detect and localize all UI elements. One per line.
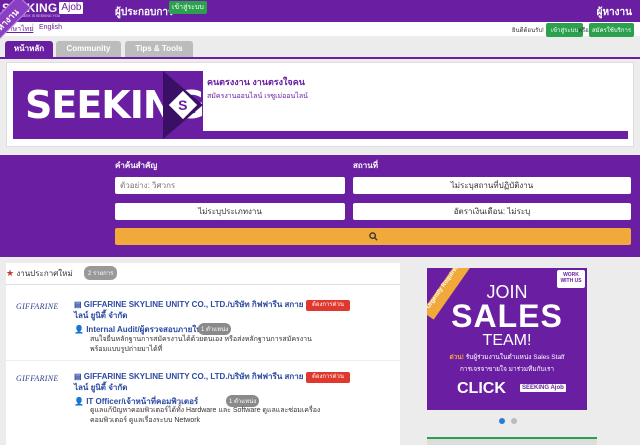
- star-icon: ★: [6, 268, 15, 278]
- salary-select[interactable]: อัตราเงินเดือน: ไม่ระบุ: [353, 203, 631, 220]
- banner-logo: SEEKING S: [13, 71, 205, 139]
- location-select[interactable]: ไม่ระบุสถานที่ปฏิบัติงาน: [353, 177, 631, 194]
- sales-team-ad[interactable]: Urgently Required !! WORK WITH US JOIN S…: [427, 268, 587, 410]
- employer-menu[interactable]: ผู้ประกอบการ: [115, 5, 173, 20]
- banner-s-letter: S: [178, 97, 188, 113]
- ad-logo: SEEKING Ajob: [520, 384, 566, 392]
- company-name: GIFFARINE SKYLINE UNITY CO., LTD./บริษัท…: [74, 372, 304, 392]
- keyword-input[interactable]: ตัวอย่าง: วิศวกร: [115, 177, 345, 194]
- building-icon: ▤: [74, 372, 82, 381]
- keyword-label: คำค้นสำคัญ: [115, 161, 158, 170]
- user-icon: 👤: [74, 397, 84, 406]
- jobs-divider: [6, 284, 400, 285]
- jobs-count-badge: 2 รายการ: [84, 266, 118, 280]
- new-jobs-title: งานประกาศใหม่: [16, 269, 73, 278]
- language-row: ภาษาไทย | English ยินดีต้อนรับ! เข้าสู่ร…: [0, 22, 640, 37]
- main-tabs: หน้าหลัก Community Tips & Tools: [0, 41, 640, 59]
- ad-line1-text: รับผู้ร่วมงานในตำแหน่ง Sales Staff: [465, 354, 565, 361]
- building-icon: ▤: [74, 300, 82, 309]
- tab-home[interactable]: หน้าหลัก: [5, 41, 53, 57]
- tab-tips-tools[interactable]: Tips & Tools: [125, 41, 193, 57]
- hero-banner: SEEKING S คนตรงงาน งานตรงใจคน สมัครงานออ…: [6, 62, 634, 147]
- logo-ajob: Ajob: [59, 2, 84, 14]
- lang-separator: |: [32, 24, 34, 31]
- job-description: ดูแลแก้ปัญหาคอมพิวเตอร์ได้ทั้ง Hardware …: [90, 407, 321, 424]
- tab-community[interactable]: Community: [56, 41, 121, 57]
- banner-headline: คนตรงงาน งานตรงใจคน: [207, 77, 305, 87]
- job-title: Internal Audit/ผู้ตรวจสอบภายใน: [86, 325, 202, 334]
- carousel-dots: [499, 416, 523, 427]
- welcome-text: ยินดีต้อนรับ!: [512, 28, 544, 34]
- positions-count-badge: 1 ตำแหน่ง: [198, 323, 232, 335]
- urgent-badge: ต้องการด่วน: [306, 372, 350, 383]
- bottom-ad[interactable]: [427, 437, 597, 445]
- carousel-dot-active[interactable]: [499, 418, 505, 424]
- search-button[interactable]: [115, 228, 631, 245]
- ad-sales: SALES: [451, 298, 563, 334]
- search-icon: [368, 232, 378, 241]
- ad-click: CLICK: [457, 380, 506, 397]
- company-name-link[interactable]: ▤ GIFFARINE SKYLINE UNITY CO., LTD./บริษ…: [74, 371, 304, 393]
- company-name: GIFFARINE SKYLINE UNITY CO., LTD./บริษัท…: [74, 300, 304, 320]
- ad-urgent-prefix: ด่วน!: [449, 354, 464, 361]
- company-logo[interactable]: GIFFARINE: [16, 374, 59, 383]
- urgent-badge: ต้องการด่วน: [306, 300, 350, 311]
- ad-line2: การเจรจาขายใจ มาร่วมทีมกับเรา: [459, 366, 555, 373]
- ad-team: TEAM!: [482, 332, 532, 349]
- user-icon: 👤: [74, 325, 84, 334]
- register-button[interactable]: สมัครใช้บริการ: [589, 23, 635, 37]
- location-label: สถานที่: [353, 161, 378, 170]
- ad-line1: ด่วน! รับผู้ร่วมงานในตำแหน่ง Sales Staff: [427, 352, 587, 362]
- top-bar: SEEKING Ajob WHAT YOU SEEK IS SEEKING YO…: [0, 0, 640, 22]
- banner-subline: สมัครงานออนไลน์ เรซูเม่ออนไลน์: [207, 93, 308, 100]
- employer-login-button[interactable]: เข้าสู่ระบบ: [169, 1, 207, 14]
- or-text: หรือ: [578, 28, 589, 34]
- lang-english-link[interactable]: English: [39, 24, 62, 31]
- job-type-select[interactable]: ไม่ระบุประเภทงาน: [115, 203, 345, 220]
- row-divider: [6, 360, 400, 361]
- job-description: สนใจยื่นหลักฐานการสมัครงานได้ด้วยตนเอง ห…: [90, 336, 312, 353]
- company-name-link[interactable]: ▤ GIFFARINE SKYLINE UNITY CO., LTD./บริษ…: [74, 299, 304, 321]
- company-logo[interactable]: GIFFARINE: [16, 302, 59, 311]
- new-jobs-heading: ★ งานประกาศใหม่: [6, 267, 73, 280]
- jobseeker-menu[interactable]: ผู้หางาน: [597, 5, 632, 20]
- carousel-dot[interactable]: [511, 418, 517, 424]
- job-title: IT Officer/เจ้าหน้าที่คอมพิวเตอร์: [86, 397, 199, 406]
